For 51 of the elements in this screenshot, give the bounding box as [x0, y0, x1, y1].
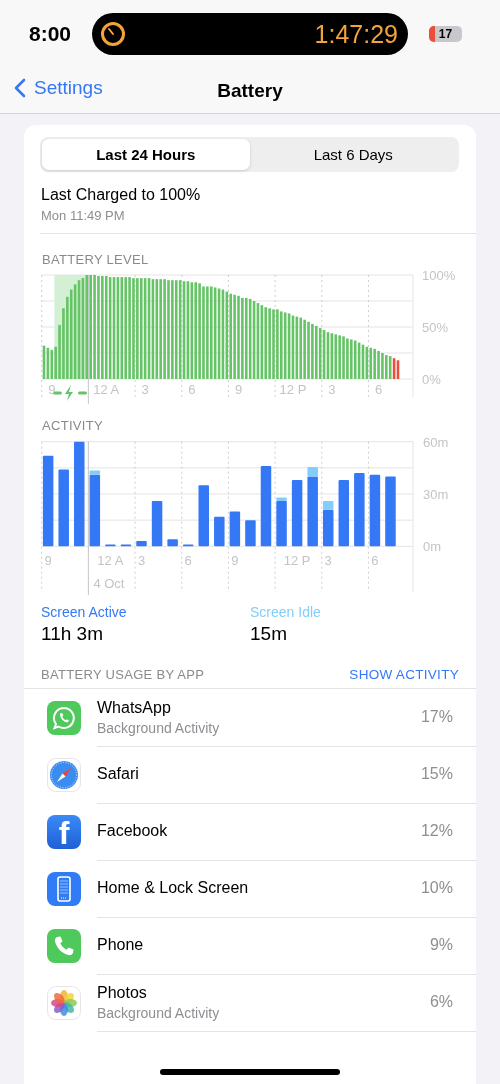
axis-label: 9: [231, 553, 239, 568]
app-logo-icon: f: [47, 814, 81, 849]
axis-label: 100%: [422, 269, 456, 283]
axis-label: 9: [44, 553, 52, 568]
app-name: Home & Lock Screen: [97, 879, 249, 897]
usage-percent: 9%: [429, 936, 453, 954]
app-name: Safari: [97, 765, 139, 783]
usage-percent: 15%: [420, 765, 453, 783]
page-title: Battery: [217, 79, 283, 102]
app-name: Facebook: [97, 822, 168, 840]
axis-label: 6: [188, 382, 196, 397]
total-value: 15m: [250, 623, 288, 645]
app-name: WhatsApp: [97, 698, 172, 717]
axis-label: 9: [234, 382, 243, 397]
last-charged-time: Mon 11:49 PM: [41, 208, 126, 223]
legend-label: Screen Idle: [250, 604, 322, 620]
axis-label: 9: [48, 382, 56, 397]
axis-label: 12 P: [279, 382, 307, 397]
axis-label: 6: [374, 382, 383, 397]
axis-label: 0%: [422, 372, 441, 387]
axis-label: 12 A: [93, 382, 120, 397]
axis-label: 6: [371, 553, 379, 568]
total-value: 11h 3m: [41, 623, 104, 645]
axis-label: 3: [137, 553, 146, 568]
last-charged-text: Last Charged to 100%: [41, 186, 202, 204]
axis-label: 12 A: [97, 553, 124, 568]
app-name: Photos: [97, 983, 148, 1002]
axis-label: 3: [328, 382, 336, 397]
section-title: BATTERY USAGE BY APP: [41, 667, 205, 682]
usage-percent: 10%: [420, 879, 453, 897]
timer-text: 1:47:29: [314, 19, 398, 49]
axis-label: 12 P: [283, 553, 311, 568]
legend-label: Screen Active: [41, 604, 128, 620]
axis-label: 3: [324, 553, 332, 568]
usage-percent: 17%: [420, 708, 453, 726]
app-detail: Background Activity: [97, 1004, 220, 1021]
app-name: Phone: [97, 936, 144, 954]
axis-label: 30m: [423, 487, 449, 502]
axis-label: 6: [184, 553, 192, 568]
section-title: BATTERY LEVEL: [42, 252, 150, 267]
battery-indicator: 17: [429, 26, 462, 42]
axis-label: 0m: [423, 539, 442, 555]
usage-percent: 12%: [420, 822, 453, 840]
axis-label: 60m: [423, 435, 449, 450]
axis-label: 3: [141, 382, 149, 397]
date-label: 4 Oct: [93, 576, 125, 591]
app-detail: Background Activity: [97, 719, 220, 736]
status-time: 8:00: [29, 22, 73, 46]
axis-label: 50%: [422, 320, 449, 335]
usage-percent: 6%: [429, 993, 453, 1011]
section-title: ACTIVITY: [42, 418, 104, 433]
